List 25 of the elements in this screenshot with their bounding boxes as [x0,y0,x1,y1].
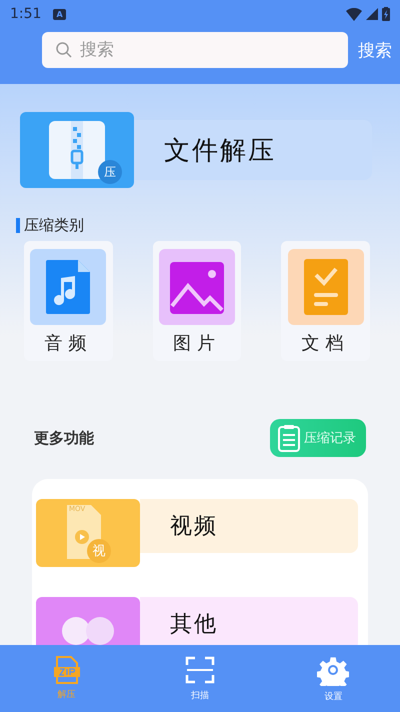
unzip-badge: 压 [98,160,122,184]
banner-title: 文件解压 [164,134,276,168]
zip-file-icon [54,656,80,684]
battery-icon [382,7,390,21]
two-circles-icon [61,616,115,645]
section-title: 更多功能 [34,428,94,448]
scan-icon [184,655,215,685]
signal-icon [366,8,378,20]
feature-label: 视频 [170,513,218,541]
music-file-icon [44,258,92,316]
search-icon [56,42,72,58]
notification-icon: A [53,8,66,20]
banner-panel[interactable]: 文件解压 [132,120,372,180]
unzip-tile[interactable]: 压 [20,112,134,188]
video-badge: 视 [87,539,111,563]
category-card[interactable]: 音频 [24,241,113,361]
wifi-icon [346,8,362,20]
status-time: 1:51 [10,6,42,22]
search-field[interactable]: 搜索 [42,32,348,68]
clipboard-icon [278,424,300,452]
feature-label: 其他 [170,611,218,639]
section-title: 压缩类别 [24,216,84,235]
checklist-document-icon [302,257,350,317]
category-card[interactable]: 文档 [281,241,370,361]
category-card[interactable]: 图片 [152,241,242,361]
